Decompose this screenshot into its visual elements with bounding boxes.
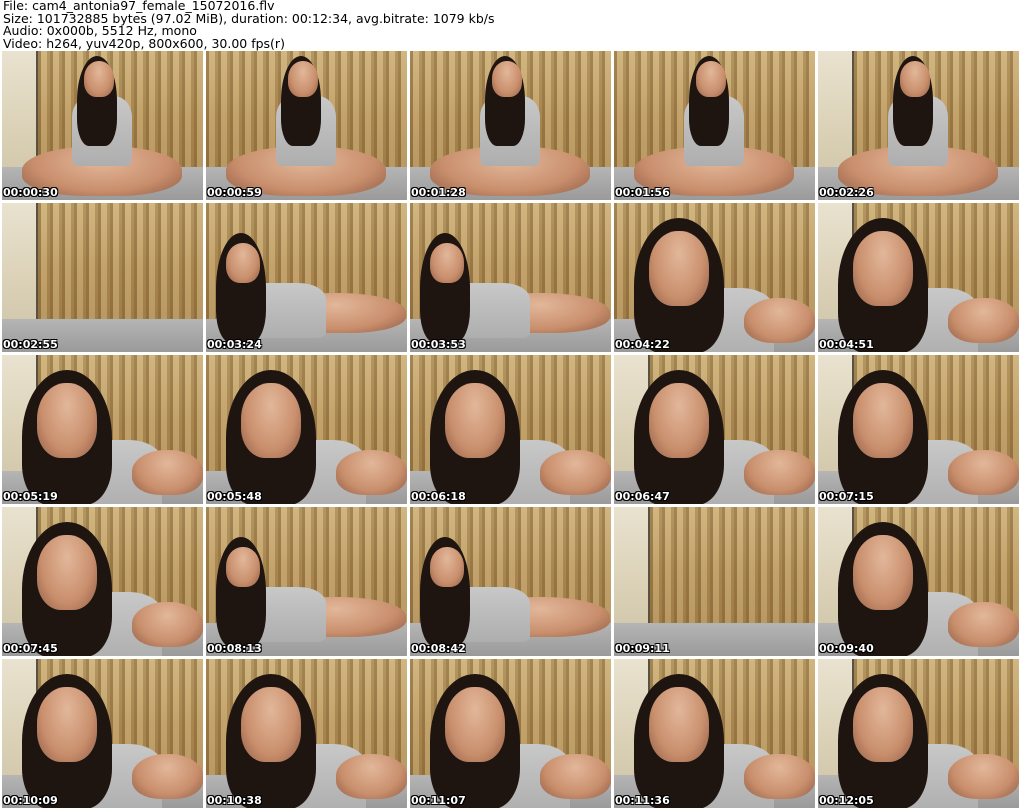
thumbnail-subject-face <box>900 61 930 97</box>
thumbnail-subject-face <box>430 547 464 587</box>
thumbnail-subject-face <box>853 535 913 610</box>
video-thumbnail: 00:08:42 <box>410 507 611 656</box>
thumbnail-timestamp: 00:06:47 <box>615 490 670 503</box>
thumbnail-subject-face <box>37 535 97 610</box>
video-thumbnail: 00:04:51 <box>818 203 1019 352</box>
video-thumbnail: 00:05:19 <box>2 355 203 504</box>
video-thumbnail: 00:08:13 <box>206 507 407 656</box>
video-thumbnail: 00:00:59 <box>206 51 407 200</box>
thumbnail-subject-face <box>445 687 505 762</box>
thumbnail-timestamp: 00:03:24 <box>207 338 262 351</box>
video-thumbnail: 00:05:48 <box>206 355 407 504</box>
thumbnail-timestamp: 00:10:09 <box>3 794 58 807</box>
thumbnail-subject-face <box>853 383 913 458</box>
video-thumbnail: 00:02:55 <box>2 203 203 352</box>
video-thumbnail: 00:09:11 <box>614 507 815 656</box>
thumbnail-timestamp: 00:12:05 <box>819 794 874 807</box>
thumbnail-subject-face <box>241 687 301 762</box>
thumbnail-subject-arm <box>336 754 407 799</box>
thumbnail-timestamp: 00:10:38 <box>207 794 262 807</box>
video-thumbnail: 00:11:36 <box>614 659 815 808</box>
thumbnail-subject-face <box>696 61 726 97</box>
thumbnail-timestamp: 00:11:36 <box>615 794 670 807</box>
thumbnail-subject-arm <box>744 298 815 343</box>
thumbnail-timestamp: 00:04:22 <box>615 338 670 351</box>
video-thumbnail: 00:07:45 <box>2 507 203 656</box>
thumbnail-timestamp: 00:09:11 <box>615 642 670 655</box>
video-thumbnail: 00:06:47 <box>614 355 815 504</box>
thumbnail-subject-arm <box>540 450 611 495</box>
thumbnail-subject-arm <box>948 298 1019 343</box>
thumbnail-grid: 00:00:30 00:00:59 00:01:28 00:01:56 00:02:26… <box>2 51 1022 811</box>
thumbnail-subject-face <box>241 383 301 458</box>
thumbnail-timestamp: 00:01:28 <box>411 186 466 199</box>
thumbnail-timestamp: 00:08:13 <box>207 642 262 655</box>
thumbnail-timestamp: 00:00:30 <box>3 186 58 199</box>
thumbnail-subject-arm <box>132 602 203 647</box>
video-thumbnail: 00:06:18 <box>410 355 611 504</box>
thumbnail-subject-face <box>430 243 464 283</box>
thumbnail-subject-face <box>492 61 522 97</box>
video-info-line: Video: h264, yuv420p, 800x600, 30.00 fps… <box>3 35 285 51</box>
thumbnail-subject-arm <box>744 754 815 799</box>
video-thumbnail: 00:03:53 <box>410 203 611 352</box>
thumbnail-subject-arm <box>948 450 1019 495</box>
thumbnail-timestamp: 00:03:53 <box>411 338 466 351</box>
thumbnail-subject-face <box>288 61 318 97</box>
thumbnail-timestamp: 00:07:45 <box>3 642 58 655</box>
video-thumbnail: 00:03:24 <box>206 203 407 352</box>
thumbnail-timestamp: 00:02:55 <box>3 338 58 351</box>
thumbnail-subject-arm <box>132 754 203 799</box>
thumbnail-timestamp: 00:02:26 <box>819 186 874 199</box>
thumbnail-subject-face <box>226 547 260 587</box>
thumbnail-timestamp: 00:06:18 <box>411 490 466 503</box>
thumbnail-timestamp: 00:04:51 <box>819 338 874 351</box>
thumbnail-subject-arm <box>540 754 611 799</box>
video-thumbnail: 00:01:56 <box>614 51 815 200</box>
thumbnail-subject-arm <box>948 754 1019 799</box>
thumbnail-timestamp: 00:01:56 <box>615 186 670 199</box>
thumbnail-subject-arm <box>948 602 1019 647</box>
video-thumbnail: 00:02:26 <box>818 51 1019 200</box>
thumbnail-subject-face <box>445 383 505 458</box>
thumbnail-subject-face <box>853 231 913 306</box>
thumbnail-subject-face <box>84 61 114 97</box>
thumbnail-subject-face <box>226 243 260 283</box>
video-thumbnail: 00:07:15 <box>818 355 1019 504</box>
file-info-header: File: cam4_antonia97_female_15072016.flv… <box>3 0 1021 50</box>
thumbnail-timestamp: 00:07:15 <box>819 490 874 503</box>
video-thumbnail: 00:00:30 <box>2 51 203 200</box>
thumbnail-timestamp: 00:05:19 <box>3 490 58 503</box>
thumbnail-subject-face <box>37 383 97 458</box>
video-thumbnail: 00:12:05 <box>818 659 1019 808</box>
video-thumbnail: 00:11:07 <box>410 659 611 808</box>
thumbnail-subject-face <box>649 687 709 762</box>
thumbnail-subject-arm <box>744 450 815 495</box>
thumbnail-subject-arm <box>132 450 203 495</box>
thumbnail-subject-face <box>649 383 709 458</box>
thumbnail-subject-face <box>853 687 913 762</box>
thumbnail-timestamp: 00:05:48 <box>207 490 262 503</box>
thumbnail-subject-face <box>649 231 709 306</box>
thumbnail-timestamp: 00:11:07 <box>411 794 466 807</box>
video-thumbnail: 00:10:38 <box>206 659 407 808</box>
video-thumbnail: 00:01:28 <box>410 51 611 200</box>
thumbnail-subject-arm <box>336 450 407 495</box>
thumbnail-subject-face <box>37 687 97 762</box>
video-thumbnail: 00:10:09 <box>2 659 203 808</box>
thumbnail-timestamp: 00:09:40 <box>819 642 874 655</box>
thumbnail-timestamp: 00:08:42 <box>411 642 466 655</box>
thumbnail-timestamp: 00:00:59 <box>207 186 262 199</box>
video-thumbnail: 00:09:40 <box>818 507 1019 656</box>
video-thumbnail: 00:04:22 <box>614 203 815 352</box>
